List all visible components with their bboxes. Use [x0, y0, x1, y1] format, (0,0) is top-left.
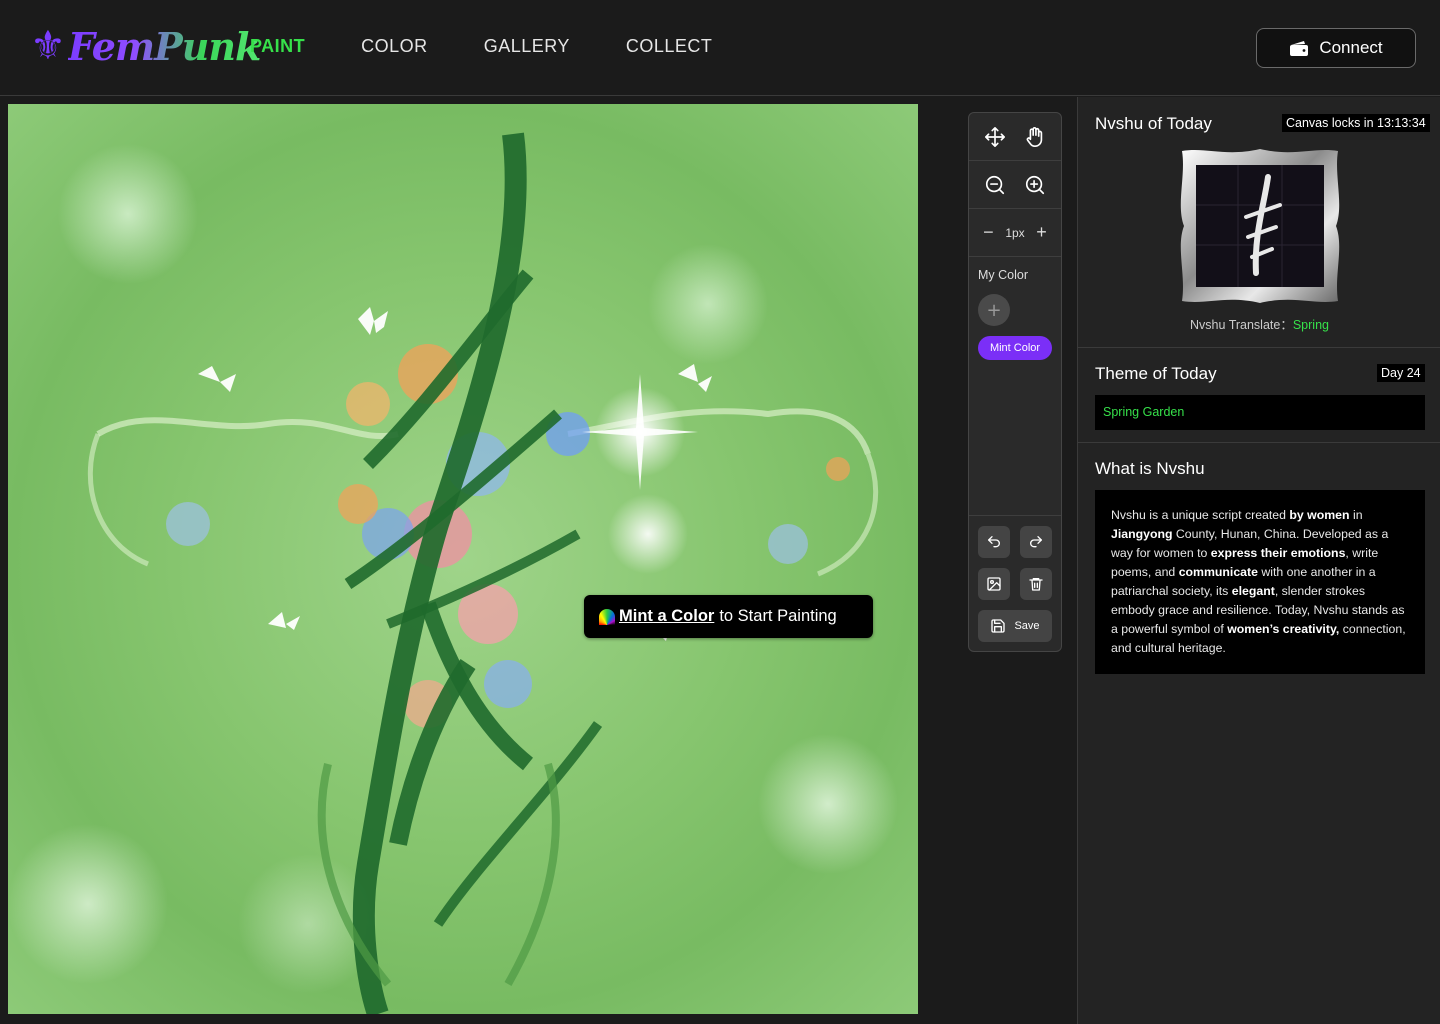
about-emphasis: communicate [1178, 565, 1258, 579]
toolbar-divider [969, 515, 1061, 516]
info-panel: Nvshu of Today Canvas locks in 13:13:34 … [1077, 97, 1440, 1024]
paint-toolbar: − 1px + My Color + Mint Color Save [968, 112, 1062, 652]
redo-icon [1030, 536, 1042, 548]
redo-button[interactable] [1020, 526, 1052, 558]
connect-label: Connect [1319, 38, 1383, 57]
artwork-illustration [87, 132, 879, 1014]
zoom-out-icon[interactable] [981, 171, 1009, 199]
section-divider [1078, 347, 1440, 348]
my-color-label: My Color [978, 268, 1029, 282]
brush-size-decrease-button[interactable]: − [978, 222, 998, 243]
toolbar-row-zoom [969, 161, 1061, 209]
undo-button[interactable] [978, 526, 1010, 558]
nav-collect[interactable]: COLLECT [626, 36, 713, 57]
mint-color-button[interactable]: Mint Color [978, 336, 1052, 360]
nvshu-description: Nvshu is a unique script created by wome… [1095, 490, 1425, 674]
top-header: ⚜ FemPunk PAINT COLOR GALLERY COLLECT Co… [0, 0, 1440, 96]
nvshu-translate: Nvshu Translate：Spring [1078, 314, 1440, 333]
nav-paint[interactable]: PAINT [250, 36, 305, 57]
nvshu-of-today-title: Nvshu of Today [1095, 114, 1212, 133]
brush-size-value: 1px [1005, 225, 1025, 240]
about-text: Nvshu is a unique script created [1111, 508, 1290, 522]
hint-text: to Start Painting [719, 607, 837, 625]
trash-icon [1029, 578, 1043, 591]
image-icon [987, 577, 1001, 591]
rainbow-icon [599, 608, 615, 625]
translate-label: Nvshu Translate： [1190, 318, 1293, 332]
connect-wallet-button[interactable]: Connect [1256, 28, 1416, 68]
undo-icon [988, 536, 1000, 548]
day-badge: Day 24 [1377, 364, 1425, 382]
nvshu-character-frame [1180, 149, 1340, 303]
what-is-nvshu-title: What is Nvshu [1095, 459, 1205, 478]
brush-size-stepper: − 1px + [969, 209, 1061, 257]
about-emphasis: Jiangyong [1111, 527, 1173, 541]
save-button[interactable]: Save [978, 610, 1052, 642]
about-emphasis: express their emotions [1210, 546, 1346, 560]
theme-value: Spring Garden [1095, 395, 1425, 430]
brush-size-increase-button[interactable]: + [1032, 222, 1052, 243]
wallet-icon [1290, 41, 1309, 56]
toolbar-row-move [969, 113, 1061, 161]
move-icon[interactable] [981, 123, 1009, 151]
theme-of-today-title: Theme of Today [1095, 364, 1217, 383]
canvas-lock-timer: Canvas locks in 13:13:34 [1282, 114, 1430, 132]
nav-gallery[interactable]: GALLERY [484, 36, 570, 57]
about-emphasis: by women [1289, 508, 1350, 522]
clear-canvas-button[interactable] [1020, 568, 1052, 600]
about-text: in [1349, 508, 1363, 522]
zoom-in-icon[interactable] [1021, 171, 1049, 199]
mint-color-link[interactable]: Mint a Color [619, 607, 714, 626]
logo-text: FemPunk [67, 23, 261, 69]
upload-image-button[interactable] [978, 568, 1010, 600]
about-emphasis: women’s creativity, [1227, 622, 1340, 636]
mint-color-hint[interactable]: Mint a Color to Start Painting [584, 595, 873, 638]
save-label: Save [1014, 620, 1040, 632]
add-color-button[interactable]: + [978, 294, 1010, 326]
about-emphasis: elegant [1231, 584, 1275, 598]
section-divider [1078, 442, 1440, 443]
save-icon [991, 619, 1006, 633]
main-nav: PAINT COLOR GALLERY COLLECT [250, 36, 712, 57]
hand-icon[interactable] [1021, 123, 1049, 151]
translate-value: Spring [1292, 318, 1329, 332]
paint-canvas[interactable]: Mint a Color to Start Painting [8, 104, 918, 1014]
fempunk-logo[interactable]: ⚜ FemPunk [30, 22, 261, 70]
nav-color[interactable]: COLOR [361, 36, 428, 57]
logo-glyph-icon: ⚜ [30, 23, 66, 69]
